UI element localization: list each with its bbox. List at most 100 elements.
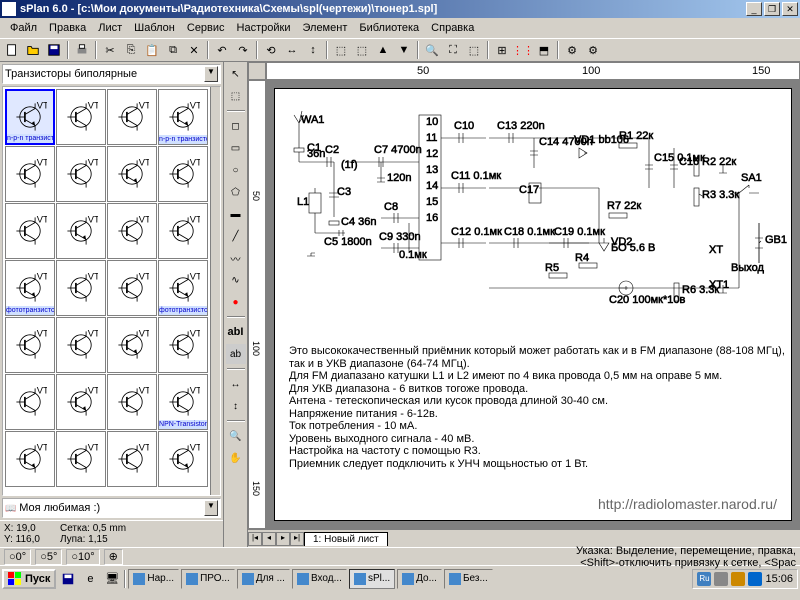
menu-file[interactable]: Файл bbox=[4, 20, 43, 36]
save-icon[interactable] bbox=[44, 40, 64, 60]
menu-element[interactable]: Элемент bbox=[296, 20, 353, 36]
cut-icon[interactable]: ✂ bbox=[100, 40, 120, 60]
palette-item[interactable]: VT? bbox=[158, 146, 208, 202]
palette-item[interactable]: VT? bbox=[158, 431, 208, 487]
taskbar-item[interactable]: Для ... bbox=[237, 569, 290, 589]
open-icon[interactable] bbox=[23, 40, 43, 60]
duplicate-icon[interactable]: ⧉ bbox=[163, 40, 183, 60]
tab-first-icon[interactable]: |◂ bbox=[248, 532, 262, 546]
taskbar-item[interactable]: Вход... bbox=[292, 569, 347, 589]
taskbar-item[interactable]: ПРО... bbox=[181, 569, 235, 589]
misc2-icon[interactable]: ⚙ bbox=[583, 40, 603, 60]
tray-lang-icon[interactable]: Ru bbox=[697, 572, 711, 586]
palette-item[interactable]: VT? bbox=[107, 260, 157, 316]
palette-item[interactable]: VT? bbox=[56, 89, 106, 145]
pointer-tool[interactable]: ↖ bbox=[226, 64, 246, 84]
palette-item[interactable]: VT? bbox=[56, 431, 106, 487]
taskbar-item[interactable]: До... bbox=[397, 569, 442, 589]
quicklaunch-save-icon[interactable] bbox=[58, 569, 78, 589]
component-icon[interactable]: ⬒ bbox=[534, 40, 554, 60]
menu-edit[interactable]: Правка bbox=[43, 20, 92, 36]
menu-settings[interactable]: Настройки bbox=[231, 20, 297, 36]
quicklaunch-desktop-icon[interactable]: 🖥 bbox=[102, 569, 122, 589]
quicklaunch-ie-icon[interactable]: e bbox=[80, 569, 100, 589]
palette-item[interactable]: VT? bbox=[107, 89, 157, 145]
flip-v-icon[interactable]: ↕ bbox=[303, 40, 323, 60]
rotate-icon[interactable]: ⟲ bbox=[261, 40, 281, 60]
palette-item[interactable]: VT?фототранзистор bbox=[5, 260, 55, 316]
ungroup-icon[interactable]: ⬚ bbox=[352, 40, 372, 60]
node-tool[interactable]: ● bbox=[226, 292, 246, 312]
group-icon[interactable]: ⬚ bbox=[331, 40, 351, 60]
delete-icon[interactable]: ✕ bbox=[184, 40, 204, 60]
palette-item[interactable]: VT? bbox=[107, 317, 157, 373]
favorites-combo[interactable]: 📖 Моя любимая :) ▼ bbox=[2, 498, 221, 518]
palette-scrollbar[interactable] bbox=[210, 87, 220, 495]
label-tool[interactable]: ab bbox=[226, 344, 246, 364]
chevron-down-icon[interactable]: ▼ bbox=[204, 66, 218, 82]
zoom-icon[interactable]: 🔍 bbox=[422, 40, 442, 60]
angle-10[interactable]: ○ 10° bbox=[66, 549, 99, 565]
maximize-button[interactable]: ❐ bbox=[764, 2, 780, 16]
palette-item[interactable]: VT? bbox=[56, 260, 106, 316]
palette-item[interactable]: VT? bbox=[107, 431, 157, 487]
tab-last-icon[interactable]: ▸| bbox=[290, 532, 304, 546]
rect-select-tool[interactable]: ⬚ bbox=[226, 86, 246, 106]
back-icon[interactable]: ▼ bbox=[394, 40, 414, 60]
menu-template[interactable]: Шаблон bbox=[128, 20, 181, 36]
undo-icon[interactable]: ↶ bbox=[212, 40, 232, 60]
new-icon[interactable] bbox=[2, 40, 22, 60]
close-button[interactable]: ✕ bbox=[782, 2, 798, 16]
taskbar-item[interactable]: Без... bbox=[444, 569, 493, 589]
tab-prev-icon[interactable]: ◂ bbox=[262, 532, 276, 546]
tray-icon[interactable] bbox=[731, 572, 745, 586]
tray-icon[interactable] bbox=[714, 572, 728, 586]
poly-tool[interactable]: ⬠ bbox=[226, 182, 246, 202]
angle-5[interactable]: ○ 5° bbox=[35, 549, 62, 565]
rect-tool[interactable]: ▭ bbox=[226, 138, 246, 158]
circle-tool[interactable]: ○ bbox=[226, 160, 246, 180]
curve-tool[interactable]: 〰 bbox=[226, 248, 246, 268]
palette-item[interactable]: VT? bbox=[107, 146, 157, 202]
angle-0[interactable]: ○ 0° bbox=[4, 549, 31, 565]
palette-item[interactable]: VT? bbox=[158, 317, 208, 373]
dots-icon[interactable]: ⋮⋮ bbox=[513, 40, 533, 60]
palette-item[interactable]: VT? bbox=[107, 374, 157, 430]
text-tool[interactable]: abI bbox=[226, 322, 246, 342]
grid-icon[interactable]: ⊞ bbox=[492, 40, 512, 60]
taskbar-item[interactable]: sPl... bbox=[349, 569, 395, 589]
palette-item[interactable]: VT? bbox=[56, 203, 106, 259]
taskbar-item[interactable]: Нар... bbox=[128, 569, 179, 589]
print-icon[interactable] bbox=[72, 40, 92, 60]
zoom-tool[interactable]: 🔍 bbox=[226, 426, 246, 446]
palette-item[interactable]: VT? bbox=[5, 146, 55, 202]
fill-tool[interactable]: ▬ bbox=[226, 204, 246, 224]
shape-tool[interactable]: ◻ bbox=[226, 116, 246, 136]
palette-item[interactable]: VT?фототранзистор bbox=[158, 260, 208, 316]
tab-next-icon[interactable]: ▸ bbox=[276, 532, 290, 546]
copy-icon[interactable]: ⎘ bbox=[121, 40, 141, 60]
tray-icon[interactable] bbox=[748, 572, 762, 586]
category-combo[interactable]: Транзисторы биполярные ▼ bbox=[2, 64, 221, 84]
palette-item[interactable]: VT? bbox=[5, 317, 55, 373]
palette-item[interactable]: VT? bbox=[56, 317, 106, 373]
front-icon[interactable]: ▲ bbox=[373, 40, 393, 60]
palette-item[interactable]: VT?n-p-n транзистор bbox=[5, 89, 55, 145]
palette-item[interactable]: VT? bbox=[56, 146, 106, 202]
palette-item[interactable]: VT? bbox=[158, 203, 208, 259]
menu-sheet[interactable]: Лист bbox=[92, 20, 128, 36]
palette-item[interactable]: VT? bbox=[56, 374, 106, 430]
measure-tool[interactable]: ↕ bbox=[226, 396, 246, 416]
palette-item[interactable]: VT?NPN-Transistor bbox=[158, 374, 208, 430]
palette-item[interactable]: VT? bbox=[5, 203, 55, 259]
menu-help[interactable]: Справка bbox=[425, 20, 480, 36]
palette-item[interactable]: VT? bbox=[107, 203, 157, 259]
palette-item[interactable]: VT?n-p-n транзистор bbox=[158, 89, 208, 145]
snap-icon[interactable]: ⊕ bbox=[104, 549, 123, 565]
flip-h-icon[interactable]: ↔ bbox=[282, 40, 302, 60]
menu-service[interactable]: Сервис bbox=[181, 20, 231, 36]
line-tool[interactable]: ╱ bbox=[226, 226, 246, 246]
menu-library[interactable]: Библиотека bbox=[353, 20, 425, 36]
redo-icon[interactable]: ↷ bbox=[233, 40, 253, 60]
paste-icon[interactable]: 📋 bbox=[142, 40, 162, 60]
